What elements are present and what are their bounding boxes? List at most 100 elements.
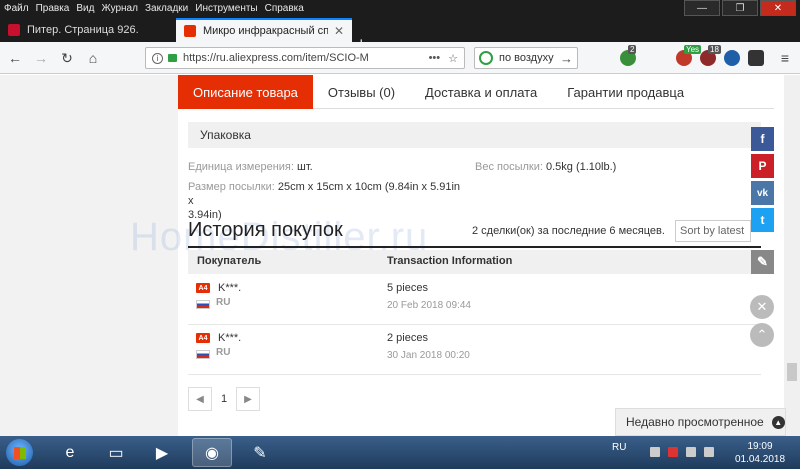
close-window-button[interactable]: ✕: [760, 0, 796, 16]
ie-icon[interactable]: e: [50, 438, 90, 467]
navigation-bar: ← → ↻ ⌂ i https://ru.aliexpress.com/item…: [0, 42, 800, 74]
page-scrollbar[interactable]: [784, 75, 800, 436]
extension-shield-icon[interactable]: 2: [620, 45, 637, 66]
forward-icon[interactable]: →: [32, 49, 50, 67]
firefox-icon[interactable]: ◉: [192, 438, 232, 467]
recently-viewed-panel[interactable]: Недавно просмотренное ▲: [615, 408, 786, 436]
back-icon[interactable]: ←: [6, 49, 24, 67]
close-tab-icon[interactable]: ✕: [334, 24, 344, 38]
table-row: A4 K***. RU 2 pieces 30 Jan 2018 00:20: [188, 325, 761, 375]
weight-label: Вес посылки:: [475, 161, 543, 173]
edit-pencil-icon[interactable]: ✎: [751, 250, 774, 274]
menu-bookmarks[interactable]: Закладки: [145, 3, 188, 14]
close-circle-icon[interactable]: ✕: [750, 295, 774, 319]
menu-hamburger-icon[interactable]: ≡: [776, 49, 794, 67]
sort-select[interactable]: Sort by latest: [675, 220, 751, 242]
page-actions-icon[interactable]: •••: [429, 52, 441, 64]
page-content: Описание товара Отзывы (0) Доставка и оп…: [0, 75, 800, 436]
page-number[interactable]: 1: [212, 387, 236, 411]
reload-icon[interactable]: ↻: [58, 49, 76, 67]
menu-tools[interactable]: Инструменты: [195, 3, 257, 14]
flag-icon: [196, 300, 210, 309]
product-tabs: Описание товара Отзывы (0) Доставка и оп…: [178, 75, 774, 109]
bookmark-star-icon[interactable]: ☆: [448, 52, 458, 65]
recently-viewed-label: Недавно просмотренное: [626, 415, 764, 429]
maximize-button[interactable]: ❐: [722, 0, 758, 16]
next-page-icon[interactable]: ▶: [236, 387, 260, 411]
history-table-header: Покупатель Transaction Information: [188, 250, 761, 274]
start-button[interactable]: [6, 439, 33, 466]
tray-power-icon[interactable]: [704, 447, 714, 457]
tab-favicon-icon: [8, 24, 20, 36]
tray-action-center-icon[interactable]: [650, 447, 660, 457]
browser-tab-2[interactable]: Микро инфракрасный спектр ✕: [176, 18, 352, 42]
tab-guarantees[interactable]: Гарантии продавца: [552, 75, 699, 109]
extension-badge: 18: [708, 45, 721, 54]
buyer-name: K***.: [218, 282, 242, 294]
purchase-history-title: История покупок: [188, 219, 343, 241]
pagination: ◀ 1 ▶: [188, 387, 260, 411]
buyer-country: RU: [216, 297, 231, 308]
extension-badge: 2: [628, 45, 637, 54]
browser-tab-1[interactable]: Питер. Страница 926.: [0, 18, 172, 42]
menu-help[interactable]: Справка: [265, 3, 304, 14]
tab-title: Питер. Страница 926.: [27, 24, 139, 36]
url-text[interactable]: https://ru.aliexpress.com/item/SCIO-M: [183, 52, 393, 64]
extension-yes-icon[interactable]: Yes: [676, 45, 702, 66]
menu-file[interactable]: Файл: [4, 3, 29, 14]
timestamp: 20 Feb 2018 09:44: [387, 300, 471, 311]
table-row: A4 K***. RU 5 pieces 20 Feb 2018 09:44: [188, 275, 761, 325]
tray-network-icon[interactable]: [668, 447, 678, 457]
chevron-up-icon[interactable]: ▲: [771, 415, 785, 429]
unit-attribute: Единица измерения: шт.: [188, 160, 313, 174]
scroll-top-icon[interactable]: ⌃: [750, 323, 774, 347]
tab-description[interactable]: Описание товара: [178, 75, 313, 109]
extension-glasses-icon[interactable]: [748, 50, 764, 66]
quantity: 5 pieces: [387, 282, 428, 294]
info-icon[interactable]: i: [152, 52, 163, 64]
facebook-icon[interactable]: f: [751, 127, 774, 151]
tab-favicon-icon: [184, 25, 196, 37]
flag-icon: [196, 350, 210, 359]
search-text[interactable]: по воздуху: [499, 52, 554, 64]
paint-icon[interactable]: ✎: [240, 438, 280, 467]
windows-logo-icon: [13, 446, 26, 459]
tab-reviews[interactable]: Отзывы (0): [313, 75, 410, 109]
scrollbar-thumb[interactable]: [787, 363, 797, 381]
vk-icon[interactable]: vk: [751, 181, 774, 205]
quantity: 2 pieces: [387, 332, 428, 344]
search-go-icon[interactable]: →: [560, 51, 573, 66]
buyer-level-badge: A4: [196, 333, 210, 343]
clock-date: 01.04.2018: [734, 454, 786, 465]
window-controls: — ❐ ✕: [682, 0, 796, 16]
extension-badge: Yes: [684, 45, 702, 54]
media-player-icon[interactable]: ▶: [142, 438, 182, 467]
tray-volume-icon[interactable]: [686, 447, 696, 457]
weight-value: 0.5kg (1.10lb.): [546, 161, 617, 173]
explorer-folder-icon[interactable]: ▭: [96, 438, 136, 467]
weight-attribute: Вес посылки: 0.5kg (1.10lb.): [475, 160, 616, 174]
menu-edit[interactable]: Правка: [36, 3, 70, 14]
system-clock[interactable]: 19:09 01.04.2018: [732, 440, 788, 466]
extension-counter-icon[interactable]: 18: [700, 45, 721, 66]
minimize-button[interactable]: —: [684, 0, 720, 16]
search-bar[interactable]: по воздуху →: [474, 47, 578, 69]
purchase-count: 2 сделки(ок) за последние 6 месяцев.: [472, 225, 665, 237]
buyer-country: RU: [216, 347, 231, 358]
menu-view[interactable]: Вид: [76, 3, 94, 14]
menu-history[interactable]: Журнал: [101, 3, 138, 14]
extension-s-icon[interactable]: [724, 50, 740, 66]
search-engine-icon: [479, 51, 493, 65]
unit-value: шт.: [297, 161, 313, 173]
twitter-icon[interactable]: t: [751, 208, 774, 232]
unit-label: Единица измерения:: [188, 161, 294, 173]
menu-bar: Файл Правка Вид Журнал Закладки Инструме…: [0, 0, 800, 16]
history-divider: [188, 246, 761, 248]
language-indicator[interactable]: RU: [612, 442, 626, 453]
lock-icon: [168, 54, 177, 62]
prev-page-icon[interactable]: ◀: [188, 387, 212, 411]
home-icon[interactable]: ⌂: [84, 49, 102, 67]
tab-shipping[interactable]: Доставка и оплата: [410, 75, 552, 109]
pinterest-icon[interactable]: P: [751, 154, 774, 178]
url-bar[interactable]: i https://ru.aliexpress.com/item/SCIO-M …: [145, 47, 465, 69]
